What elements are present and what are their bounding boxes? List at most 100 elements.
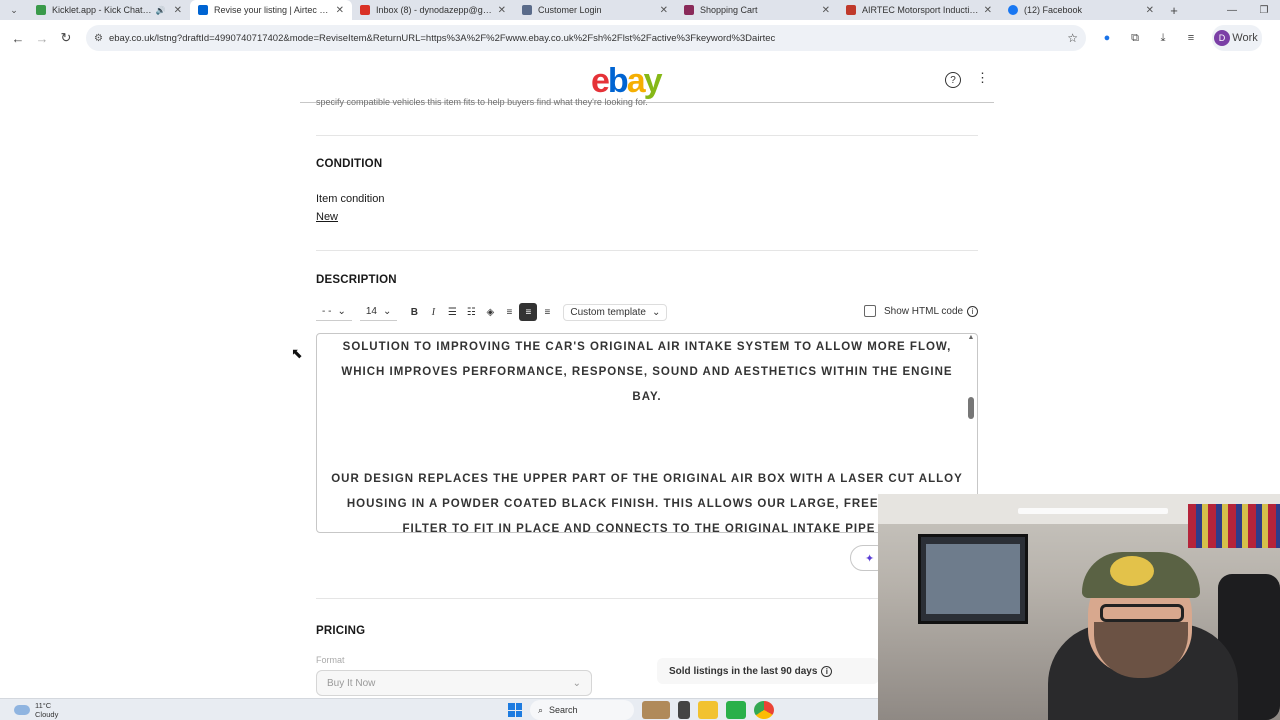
tab-title: Kicklet.app - Kick Chatbot a [52,5,156,15]
item-condition-value[interactable]: New [316,211,338,223]
taskbar-app-icon[interactable] [642,701,670,719]
align-center-icon[interactable]: ≡ [519,303,538,321]
align-right-icon[interactable]: ≡ [538,303,556,321]
close-tab-icon[interactable]: ✕ [660,5,668,16]
description-paragraph[interactable]: SOLUTION TO IMPROVING THE CAR'S ORIGINAL… [317,335,977,410]
chrome-icon[interactable] [754,701,774,719]
weather-temp: 11°C [35,701,52,710]
download-icon[interactable]: ⤓ [1152,27,1174,49]
tab-airtec[interactable]: AIRTEC Motorsport Induction K ✕ [838,0,1000,20]
more-options-icon[interactable]: ⋮ [976,70,989,86]
tab-facebook[interactable]: (12) Facebook ✕ [1000,0,1162,20]
chevron-down-icon: ⌄ [572,677,581,689]
compatibility-hint: specify compatible vehicles this item fi… [316,97,648,107]
font-size-select[interactable]: 14 ⌄ [359,303,398,321]
show-html-checkbox[interactable] [864,305,876,317]
help-icon[interactable]: ? [945,72,961,88]
format-label: Format [316,655,345,665]
tab-title: Inbox (8) - dynodazepp@gmail [376,5,494,15]
close-tab-icon[interactable]: ✕ [498,5,506,16]
url-text[interactable]: ebay.co.uk/lstng?draftId=4990740717402&m… [109,33,1067,44]
webcam-person [1100,604,1184,622]
browser-toolbar: ← → ↻ ⚙ ebay.co.uk/lstng?draftId=4990740… [0,20,1280,56]
toolbar-icons: ● ⧉ ⤓ ≡ D Work [1096,25,1262,51]
tab-strip: ⌄ Kicklet.app - Kick Chatbot a 🔊 ✕ Revis… [0,0,1280,20]
search-icon: ⌕ [538,704,544,715]
close-tab-icon[interactable]: ✕ [1146,5,1154,16]
media-control-icon[interactable]: ≡ [1180,27,1202,49]
extensions-puzzle-icon[interactable]: ⧉ [1124,27,1146,49]
tab-title: AIRTEC Motorsport Induction K [862,5,980,15]
italic-button[interactable]: I [424,303,442,321]
bookmark-star-icon[interactable]: ☆ [1067,31,1078,45]
bullet-list-icon[interactable]: ☰ [443,303,461,321]
close-tab-icon[interactable]: ✕ [984,5,992,16]
new-tab-icon[interactable]: + [1162,0,1186,20]
webcam-overlay [878,494,1280,720]
font-family-select[interactable]: - - ⌄ [316,303,352,321]
facebook-favicon-icon [1008,5,1018,15]
numbered-list-icon[interactable]: ☷ [462,303,480,321]
ebay-logo[interactable]: ebay [591,62,663,101]
profile-label: Work [1232,32,1258,44]
page-favicon-icon [522,5,532,15]
address-bar[interactable]: ⚙ ebay.co.uk/lstng?draftId=4990740717402… [86,25,1086,51]
sold-listings-label: Sold listings in the last 90 days [669,665,818,677]
forward-icon[interactable]: → [30,26,54,50]
avatar: D [1214,30,1230,46]
tab-shopping-cart[interactable]: Shopping Cart ✕ [676,0,838,20]
reload-icon[interactable]: ↻ [54,26,78,50]
pricing-title: PRICING [316,625,366,637]
windows-start-icon[interactable] [508,703,522,717]
file-explorer-icon[interactable] [698,701,718,719]
site-info-icon[interactable]: ⚙ [94,33,103,44]
kicklet-favicon-icon [36,5,46,15]
minimize-icon[interactable]: — [1216,0,1248,20]
taskbar-app-icon[interactable] [726,701,746,719]
speaker-icon[interactable]: 🔊 [156,6,166,15]
tab-revise-listing[interactable]: Revise your listing | Airtec Moto ✕ [190,0,352,20]
align-left-icon[interactable]: ≡ [500,303,518,321]
weather-widget[interactable]: 11°C Cloudy [14,701,58,719]
tab-title: (12) Facebook [1024,5,1083,15]
extension-blue-icon[interactable]: ● [1096,27,1118,49]
task-view-icon[interactable] [678,701,690,719]
sparkle-icon: ✦ [865,552,875,565]
fill-color-icon[interactable]: ◈ [481,303,499,321]
chevron-down-icon: ⌄ [337,306,346,317]
info-icon[interactable]: i [821,665,833,677]
ebay-favicon-icon [198,5,208,15]
show-html-label: Show HTML code [884,305,964,317]
bold-button[interactable]: B [405,303,423,321]
mouse-cursor-icon: ⬉ [291,345,303,361]
tab-title: Customer Login [538,5,602,15]
back-icon[interactable]: ← [6,26,30,50]
tab-title: Revise your listing | Airtec Moto [214,5,332,15]
chevron-down-icon: ⌄ [382,306,392,317]
tab-customer-login[interactable]: Customer Login ✕ [514,0,676,20]
format-select[interactable]: Buy It Now ⌄ [316,670,592,696]
editor-toolbar: - - ⌄ 14 ⌄ B I ☰ ☷ ◈ ≡ ≡ ≡ Custom template… [316,302,668,322]
taskbar-apps: ⌕ Search [508,700,774,720]
item-condition-label: Item condition [316,193,385,205]
tab-search-icon[interactable]: ⌄ [0,0,28,20]
profile-button[interactable]: D Work [1212,25,1262,51]
divider [316,250,978,251]
windows-taskbar: 11°C Cloudy ⌕ Search [0,698,878,720]
restore-icon[interactable]: ❐ [1248,0,1280,20]
scrollbar-thumb[interactable] [968,397,974,419]
weather-condition: Cloudy [35,710,59,719]
close-tab-icon[interactable]: ✕ [822,5,830,16]
show-html-toggle[interactable]: Show HTML code i [864,305,979,317]
close-tab-icon[interactable]: ✕ [336,5,344,16]
taskbar-search[interactable]: ⌕ Search [530,700,634,720]
info-icon[interactable]: i [967,305,979,317]
sold-listings-panel[interactable]: Sold listings in the last 90 days i [657,658,879,684]
tab-gmail[interactable]: Inbox (8) - dynodazepp@gmail ✕ [352,0,514,20]
tab-kicklet[interactable]: Kicklet.app - Kick Chatbot a 🔊 ✕ [28,0,190,20]
close-tab-icon[interactable]: ✕ [174,5,182,16]
template-select[interactable]: Custom template ⌄ [563,303,668,321]
scroll-up-icon[interactable]: ▲ [967,334,975,341]
webcam-background [1018,508,1168,514]
taskbar-search-label: Search [549,705,578,715]
